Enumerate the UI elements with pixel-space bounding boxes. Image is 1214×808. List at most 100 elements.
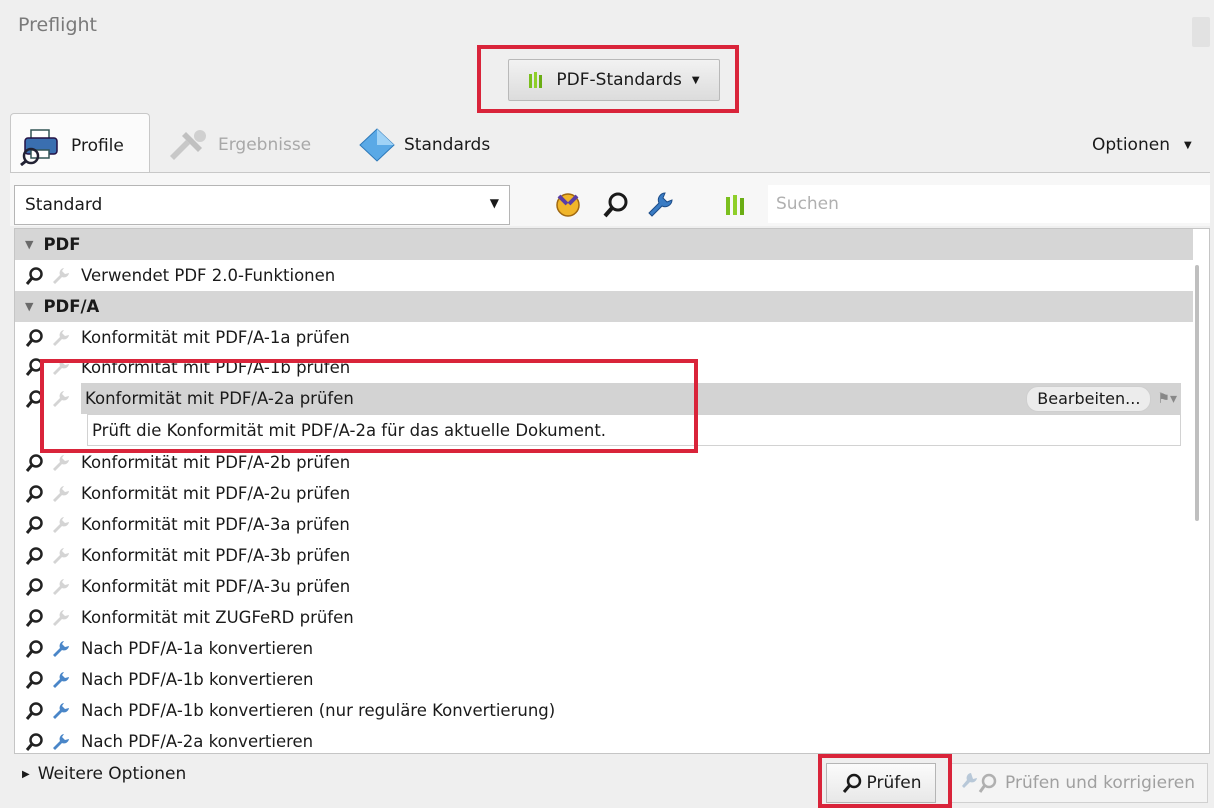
- options-menu[interactable]: Optionen ▼: [1092, 117, 1192, 173]
- selected-item-description: Prüft die Konformität mit PDF/A-2a für d…: [87, 414, 1181, 446]
- options-label: Optionen: [1092, 135, 1170, 155]
- list-item[interactable]: Konformität mit PDF/A-2u prüfen: [15, 478, 1181, 509]
- magnifier-icon: [603, 192, 628, 218]
- group-header-pdfa[interactable]: ▼ PDF/A: [15, 291, 1193, 322]
- magnifier-icon: [23, 327, 45, 349]
- wrench-icon: [49, 356, 71, 378]
- pruefen-korrigieren-label: Prüfen und korrigieren: [1005, 773, 1195, 793]
- list-item[interactable]: Konformität mit PDF/A-1a prüfen: [15, 322, 1181, 353]
- wrench-icon: [49, 731, 71, 753]
- window-close-button[interactable]: [1192, 17, 1210, 47]
- group-label: PDF/A: [43, 297, 100, 316]
- magnifier-icon: [23, 700, 45, 722]
- selected-row-bar: Konformität mit PDF/A-2a prüfen Bearbeit…: [81, 383, 1181, 414]
- pruefen-korrigieren-button[interactable]: Prüfen und korrigieren: [948, 763, 1208, 803]
- wrench-icon: [49, 483, 71, 505]
- description-text: Prüft die Konformität mit PDF/A-2a für d…: [92, 420, 607, 440]
- list-item-label: Konformität mit PDF/A-3a prüfen: [81, 515, 350, 534]
- list-item-label: Konformität mit PDF/A-1b prüfen: [81, 357, 351, 377]
- more-options-toggle[interactable]: ▶ Weitere Optionen: [22, 764, 186, 784]
- pruefen-label: Prüfen: [866, 773, 922, 793]
- wrench-icon: [49, 700, 71, 722]
- list-item-label: Verwendet PDF 2.0-Funktionen: [81, 266, 336, 285]
- magnifier-icon: [23, 638, 45, 660]
- wrench-icon: [49, 607, 71, 629]
- list-item-label: Nach PDF/A-2a konvertieren: [81, 732, 314, 751]
- list-item[interactable]: Verwendet PDF 2.0-Funktionen: [15, 260, 1181, 291]
- title-bar: Preflight: [0, 0, 1214, 47]
- tab-ergebnisse-label: Ergebnisse: [218, 135, 312, 155]
- window-title: Preflight: [18, 14, 98, 36]
- list-item-selected[interactable]: Konformität mit PDF/A-2a prüfen Bearbeit…: [15, 383, 1181, 414]
- wrench-icon: [49, 265, 71, 287]
- magnifier-filter-button[interactable]: [596, 185, 636, 225]
- wrench-icon: [49, 576, 71, 598]
- pruefen-button[interactable]: Prüfen: [826, 763, 936, 803]
- list-item[interactable]: Konformität mit PDF/A-1b prüfen: [15, 353, 1181, 381]
- magnifier-icon: [23, 483, 45, 505]
- chevron-down-icon: ▼: [1183, 139, 1192, 151]
- profile-select-value: Standard: [25, 195, 103, 215]
- expand-triangle-icon: ▶: [22, 768, 30, 780]
- magnifier-icon: [23, 452, 45, 474]
- list-item[interactable]: Nach PDF/A-1a konvertieren: [15, 633, 1181, 664]
- profile-select[interactable]: Standard ▼: [14, 185, 510, 225]
- list-item-label: Nach PDF/A-1b konvertieren: [81, 670, 314, 689]
- standards-filter-button[interactable]: [716, 185, 756, 225]
- list-item[interactable]: Nach PDF/A-1b konvertieren: [15, 664, 1181, 695]
- tab-profile-label: Profile: [71, 135, 124, 156]
- printer-magnifier-icon: [20, 128, 58, 166]
- edit-button[interactable]: Bearbeiten...: [1026, 385, 1152, 412]
- scrollbar[interactable]: [1195, 265, 1203, 745]
- list-item-label: Konformität mit PDF/A-2a prüfen: [85, 389, 354, 408]
- magnifier-icon: [842, 773, 861, 793]
- list-item[interactable]: Nach PDF/A-1b konvertieren (nur reguläre…: [15, 695, 1181, 726]
- tab-bar: Profile Ergebnisse Standards Optionen ▼: [0, 105, 1214, 177]
- wrench-icon: [49, 452, 71, 474]
- list-item-label: Konformität mit PDF/A-2u prüfen: [81, 484, 351, 503]
- wrench-icon: [648, 192, 673, 217]
- search-input[interactable]: [768, 185, 1210, 223]
- flag-icon[interactable]: ⚑▾: [1157, 391, 1177, 407]
- profile-list: ▼ PDF Verwendet PDF 2.0-Funktionen ▼ PDF…: [14, 228, 1210, 754]
- wrench-filter-button[interactable]: [640, 185, 680, 225]
- diamond-icon: [359, 128, 395, 162]
- tab-standards-label: Standards: [404, 135, 491, 155]
- list-item-label: Konformität mit PDF/A-3b prüfen: [81, 546, 351, 565]
- wrench-icon: [49, 514, 71, 536]
- wrench-icon: [49, 545, 71, 567]
- list-item[interactable]: Konformität mit PDF/A-2b prüfen: [15, 447, 1181, 478]
- magnifier-icon: [23, 576, 45, 598]
- bottom-bar: ▶ Weitere Optionen Prüfen Prüfen und kor…: [0, 754, 1214, 808]
- tab-profile[interactable]: Profile: [10, 113, 150, 177]
- magnifier-icon: [23, 388, 45, 410]
- chevron-down-icon: ▼: [489, 196, 499, 210]
- group-header-pdf[interactable]: ▼ PDF: [15, 229, 1193, 260]
- scrollbar-thumb[interactable]: [1195, 265, 1199, 521]
- wrench-icon: [49, 388, 71, 410]
- list-item[interactable]: Konformität mit ZUGFeRD prüfen: [15, 602, 1181, 633]
- collapse-triangle-icon: ▼: [25, 300, 34, 313]
- list-item-label: Konformität mit ZUGFeRD prüfen: [81, 608, 354, 627]
- magnifier-icon: [23, 265, 45, 287]
- list-item-label: Konformität mit PDF/A-3u prüfen: [81, 577, 351, 596]
- list-item[interactable]: Konformität mit PDF/A-3a prüfen: [15, 509, 1181, 540]
- list-item[interactable]: Konformität mit PDF/A-3u prüfen: [15, 571, 1181, 602]
- list-item-label: Konformität mit PDF/A-1a prüfen: [81, 328, 350, 347]
- tab-standards[interactable]: Standards: [358, 117, 490, 173]
- magnifier-icon: [23, 514, 45, 536]
- tools-icon: [170, 130, 206, 160]
- list-item[interactable]: Konformität mit PDF/A-3b prüfen: [15, 540, 1181, 571]
- list-item[interactable]: Nach PDF/A-2a konvertieren: [15, 726, 1181, 753]
- magnifier-icon: [23, 545, 45, 567]
- chevron-down-icon: ▼: [691, 74, 700, 86]
- more-options-label: Weitere Optionen: [37, 764, 187, 784]
- tab-ergebnisse[interactable]: Ergebnisse: [166, 117, 311, 173]
- list-item-label: Nach PDF/A-1b konvertieren (nur reguläre…: [81, 701, 556, 720]
- pdf-standards-button[interactable]: PDF-Standards ▼: [508, 59, 720, 101]
- profile-options-button[interactable]: [548, 185, 588, 225]
- magnifier-icon: [23, 607, 45, 629]
- group-label: PDF: [43, 235, 81, 254]
- magnifier-icon: [23, 356, 45, 378]
- wrench-icon: [49, 638, 71, 660]
